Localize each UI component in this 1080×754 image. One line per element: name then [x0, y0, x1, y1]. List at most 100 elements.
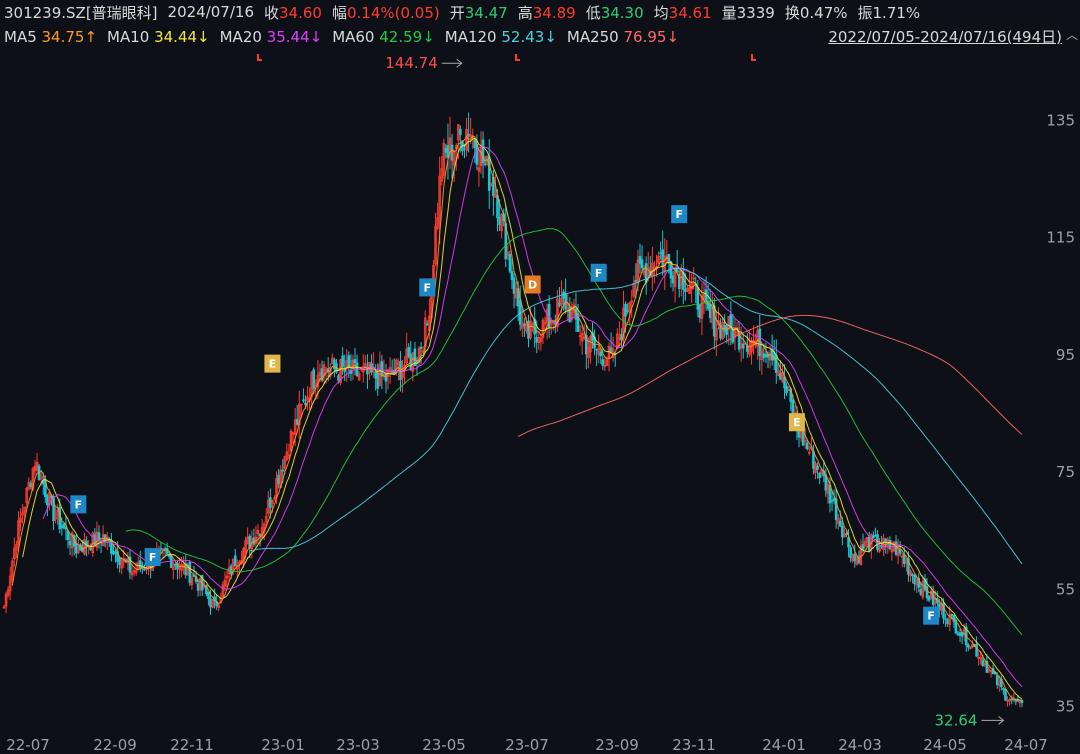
x-tick-label: 24-07	[1004, 736, 1048, 754]
candle-body	[138, 560, 142, 569]
year-marker-2	[751, 54, 756, 61]
candle-body	[704, 289, 708, 303]
candle-body	[725, 325, 729, 335]
candle-body	[475, 144, 479, 165]
candle-body	[950, 613, 954, 617]
candle-body	[956, 633, 960, 636]
candle-body	[143, 568, 146, 571]
candle-body	[599, 351, 603, 357]
y-tick-label: 75	[1056, 463, 1075, 481]
candle-body	[624, 303, 627, 317]
svg-text:E: E	[269, 358, 277, 371]
candle-body	[601, 359, 605, 366]
candle-body	[832, 498, 836, 501]
year-marker-0	[257, 54, 262, 61]
candle-body	[535, 336, 539, 343]
ma-line-ma20	[42, 145, 1023, 687]
candle-body	[783, 376, 786, 389]
event-badge-d: D	[524, 275, 541, 294]
ma-line-ma10	[22, 137, 1023, 700]
max-price-label: 144.74	[385, 54, 438, 72]
candle-body	[467, 133, 470, 137]
svg-text:F: F	[595, 267, 603, 280]
candle-body	[229, 565, 233, 575]
candle-body	[62, 523, 66, 529]
candle-body	[684, 289, 687, 293]
candle-body	[196, 583, 200, 591]
max-arrow	[441, 58, 463, 68]
candle-body	[853, 554, 857, 562]
candle-body	[508, 254, 512, 272]
candle-body	[861, 544, 865, 550]
candle-body	[659, 252, 662, 255]
candle-body	[874, 534, 877, 537]
candle-body	[558, 302, 561, 306]
candle-body	[841, 525, 844, 538]
candle-body	[958, 632, 962, 636]
candle-body	[981, 659, 985, 666]
candlestick-chart: F F E F D F F E F 144.74 32.64 135 115 95 75 55 35 22-07 2…	[2, 54, 1075, 754]
candle-body	[209, 598, 212, 608]
candle-body	[281, 469, 285, 472]
x-tick-label: 22-09	[93, 736, 137, 754]
candle-body	[512, 277, 516, 294]
svg-text:F: F	[424, 281, 432, 294]
ma-line-ma60	[125, 228, 1023, 636]
candle-body	[708, 303, 712, 318]
candle-body	[97, 532, 101, 540]
candle-body	[805, 442, 809, 450]
candle-body	[741, 344, 745, 349]
event-badge-f: F	[144, 548, 161, 567]
candle-body	[450, 144, 454, 161]
candle-body	[510, 270, 514, 280]
candle-body	[258, 533, 262, 537]
svg-text:F: F	[927, 610, 935, 623]
candle-body	[698, 304, 702, 319]
candle-body	[911, 574, 914, 577]
candle-body	[302, 399, 305, 402]
min-price-label: 32.64	[935, 711, 978, 729]
event-badge-f: F	[590, 263, 607, 282]
candle-body	[46, 495, 49, 506]
candle-body	[374, 371, 377, 379]
candle-body	[295, 418, 299, 425]
candle-body	[830, 500, 834, 502]
candle-body	[764, 354, 768, 357]
candle-body	[774, 355, 778, 373]
y-tick-label: 55	[1056, 580, 1075, 598]
candle-body	[894, 541, 898, 555]
candle-body	[60, 525, 64, 528]
candle-body	[640, 259, 644, 269]
y-tick-label: 95	[1056, 346, 1075, 364]
year-marker-1	[515, 54, 520, 61]
y-tick-label: 35	[1056, 698, 1075, 716]
svg-text:F: F	[149, 551, 157, 564]
x-tick-label: 23-07	[505, 736, 549, 754]
candle-body	[857, 558, 861, 564]
x-tick-label: 24-05	[923, 736, 967, 754]
candle-body	[661, 249, 665, 267]
candle-body	[444, 147, 448, 153]
candle-body	[419, 346, 423, 349]
x-tick-label: 22-07	[6, 736, 50, 754]
candle-body	[407, 347, 411, 358]
event-badge-f: F	[419, 278, 436, 297]
candle-body	[341, 355, 344, 367]
candle-body	[609, 347, 613, 353]
x-tick-label: 23-03	[336, 736, 380, 754]
candle-body	[174, 563, 177, 566]
candle-body	[29, 483, 33, 487]
candle-body	[634, 280, 638, 283]
event-badge-e: E	[264, 354, 281, 373]
x-tick-label: 23-11	[672, 736, 716, 754]
x-tick-label: 24-01	[762, 736, 806, 754]
candle-body	[903, 554, 906, 565]
event-badge-f: F	[923, 606, 940, 625]
candle-body	[942, 602, 945, 619]
candle-body	[1010, 698, 1013, 701]
x-tick-label: 23-09	[595, 736, 639, 754]
candle-body	[118, 558, 121, 566]
candle-body	[207, 592, 210, 599]
candle-body	[816, 465, 819, 470]
candle-body	[459, 129, 462, 135]
